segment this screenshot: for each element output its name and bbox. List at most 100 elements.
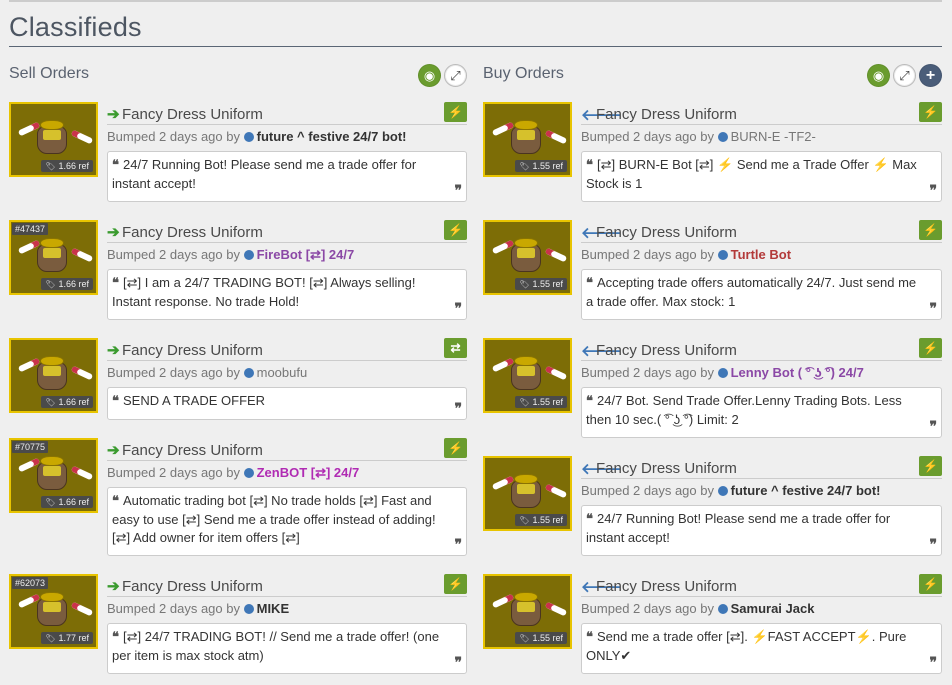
user-link[interactable]: moobufu	[257, 365, 308, 380]
item-icon-tile[interactable]: 🏷 1.55 ref	[483, 456, 572, 531]
user-status-dot	[717, 604, 728, 614]
instant-trade-flag[interactable]: ⚡	[919, 456, 942, 476]
uniform-collar	[40, 592, 64, 602]
listing-comment: ❝ Accepting trade offers automatically 24…	[581, 269, 942, 320]
user-link[interactable]: Lenny Bot ( ͡° ͜ʖ ͡°) 24/7	[731, 365, 864, 380]
item-icon-tile[interactable]: 🏷 1.55 ref	[483, 220, 572, 295]
user-status-dot	[717, 250, 728, 260]
instant-trade-flag[interactable]: ⚡	[444, 102, 467, 122]
arrow-right-icon: ➔	[107, 342, 120, 359]
quote-open-icon: ❝	[586, 394, 593, 409]
item-icon-tile[interactable]: #62073 🏷 1.77 ref	[9, 574, 98, 649]
trade-offer-flag[interactable]: ⇄	[444, 338, 467, 358]
add-buy-order-button[interactable]: +	[919, 64, 942, 87]
listing-info: 🡐 Fancy Dress Uniform ⚡ Bumped 2 days ago b…	[581, 102, 942, 202]
item-name-link[interactable]: Fancy Dress Uniform	[122, 224, 263, 241]
arrow-right-icon: ➔	[107, 106, 120, 123]
hide-sell-button[interactable]: ◉	[418, 64, 441, 87]
instant-trade-flag[interactable]: ⚡	[444, 574, 467, 594]
uniform-icon	[511, 474, 541, 508]
price-badge: 🏷 1.77 ref	[41, 632, 93, 644]
hide-buy-button[interactable]: ◉	[867, 64, 890, 87]
user-link[interactable]: future ^ festive 24/7 bot!	[731, 483, 881, 498]
comment-text: 24/7 Running Bot! Please send me a trade…	[586, 511, 891, 545]
tag-icon: 🏷	[45, 497, 56, 507]
bump-info: Bumped 2 days ago by BURN-E -TF2-	[581, 129, 942, 147]
user-status-dot	[243, 604, 254, 614]
bumped-text: Bumped 2 days ago by	[581, 129, 714, 144]
item-name-link[interactable]: Fancy Dress Uniform	[596, 106, 737, 123]
instant-trade-flag[interactable]: ⚡	[919, 220, 942, 240]
item-name-link[interactable]: Fancy Dress Uniform	[122, 342, 263, 359]
quote-close-icon: ❞	[454, 183, 462, 199]
eye-slash-icon: ◉	[423, 67, 436, 83]
comment-text: [⇄] I am a 24/7 TRADING BOT! [⇄] Always …	[112, 275, 416, 309]
bump-info: Bumped 2 days ago by future ^ festive 24…	[581, 483, 942, 501]
uniform-collar	[40, 356, 64, 366]
sell-orders-header: Sell Orders ◉ ⤢	[9, 60, 467, 92]
bump-info: Bumped 2 days ago by future ^ festive 24…	[107, 129, 467, 147]
comment-text: [⇄] 24/7 TRADING BOT! // Send me a trade…	[112, 629, 440, 663]
item-name-link[interactable]: Fancy Dress Uniform	[122, 106, 263, 123]
item-icon-tile[interactable]: 🏷 1.55 ref	[483, 102, 572, 177]
price-value: 1.66 ref	[58, 161, 89, 171]
uniform-icon	[37, 592, 67, 626]
user-status-dot	[717, 486, 728, 496]
item-icon-tile[interactable]: 🏷 1.55 ref	[483, 574, 572, 649]
item-icon-tile[interactable]: 🏷 1.66 ref	[9, 102, 98, 177]
instant-trade-flag[interactable]: ⚡	[444, 220, 467, 240]
comment-text: Accepting trade offers automatically 24/…	[586, 275, 917, 309]
listing-comment: ❝ [⇄] 24/7 TRADING BOT! // Send me a trad…	[107, 623, 467, 674]
listing-name-row: ➔ Fancy Dress Uniform ⚡	[107, 102, 467, 125]
comment-text: 24/7 Running Bot! Please send me a trade…	[112, 157, 417, 191]
item-name-link[interactable]: Fancy Dress Uniform	[122, 578, 263, 595]
uniform-collar	[514, 474, 538, 484]
price-value: 1.66 ref	[58, 397, 89, 407]
item-name-link[interactable]: Fancy Dress Uniform	[596, 224, 737, 241]
item-icon-tile[interactable]: #47437 🏷 1.66 ref	[9, 220, 98, 295]
item-icon-tile[interactable]: #70775 🏷 1.66 ref	[9, 438, 98, 513]
item-name-link[interactable]: Fancy Dress Uniform	[596, 460, 737, 477]
price-badge: 🏷 1.66 ref	[41, 160, 93, 172]
quote-open-icon: ❝	[586, 158, 593, 173]
cigarette-icon	[544, 365, 568, 381]
item-name-link[interactable]: Fancy Dress Uniform	[122, 442, 263, 459]
user-link[interactable]: ZenBOT [⇄] 24/7	[257, 465, 360, 480]
listing-info: ➔ Fancy Dress Uniform ⚡ Bumped 2 days ago b…	[107, 438, 467, 556]
bump-info: Bumped 2 days ago by FireBot [⇄] 24/7	[107, 247, 467, 265]
item-name-link[interactable]: Fancy Dress Uniform	[596, 578, 737, 595]
instant-trade-flag[interactable]: ⚡	[919, 338, 942, 358]
item-name-link[interactable]: Fancy Dress Uniform	[596, 342, 737, 359]
listing-name-row: 🡐 Fancy Dress Uniform ⚡	[581, 102, 942, 125]
bumped-text: Bumped 2 days ago by	[581, 601, 714, 616]
item-icon-tile[interactable]: 🏷 1.66 ref	[9, 338, 98, 413]
buy-orders-title: Buy Orders	[483, 65, 564, 82]
tag-icon: 🏷	[45, 279, 56, 289]
user-link[interactable]: Turtle Bot	[731, 247, 791, 262]
expand-buy-button[interactable]: ⤢	[893, 64, 916, 87]
instant-trade-flag[interactable]: ⚡	[919, 574, 942, 594]
instant-trade-flag[interactable]: ⚡	[444, 438, 467, 458]
uniform-band	[517, 366, 535, 376]
uniform-icon	[37, 238, 67, 272]
uniform-icon	[511, 238, 541, 272]
uniform-collar	[514, 238, 538, 248]
user-status-dot	[243, 132, 254, 142]
user-link[interactable]: future ^ festive 24/7 bot!	[257, 129, 407, 144]
bump-info: Bumped 2 days ago by moobufu	[107, 365, 467, 383]
expand-sell-button[interactable]: ⤢	[444, 64, 467, 87]
instant-trade-flag[interactable]: ⚡	[919, 102, 942, 122]
user-link[interactable]: BURN-E -TF2-	[731, 129, 816, 144]
quote-open-icon: ❝	[112, 158, 119, 173]
user-link[interactable]: MIKE	[257, 601, 290, 616]
listing-info: ➔ Fancy Dress Uniform ⇄ Bumped 2 days ago b…	[107, 338, 467, 420]
user-link[interactable]: Samurai Jack	[731, 601, 815, 616]
user-link[interactable]: FireBot [⇄] 24/7	[257, 247, 355, 262]
uniform-icon	[37, 120, 67, 154]
price-value: 1.55 ref	[532, 397, 563, 407]
serial-badge: #62073	[12, 577, 49, 589]
item-icon-tile[interactable]: 🏷 1.55 ref	[483, 338, 572, 413]
comment-text: Send me a trade offer [⇄]. ⚡FAST ACCEPT⚡…	[586, 629, 907, 663]
listing-comment: ❝ 24/7 Running Bot! Please send me a trad…	[581, 505, 942, 556]
bumped-text: Bumped 2 days ago by	[107, 465, 240, 480]
